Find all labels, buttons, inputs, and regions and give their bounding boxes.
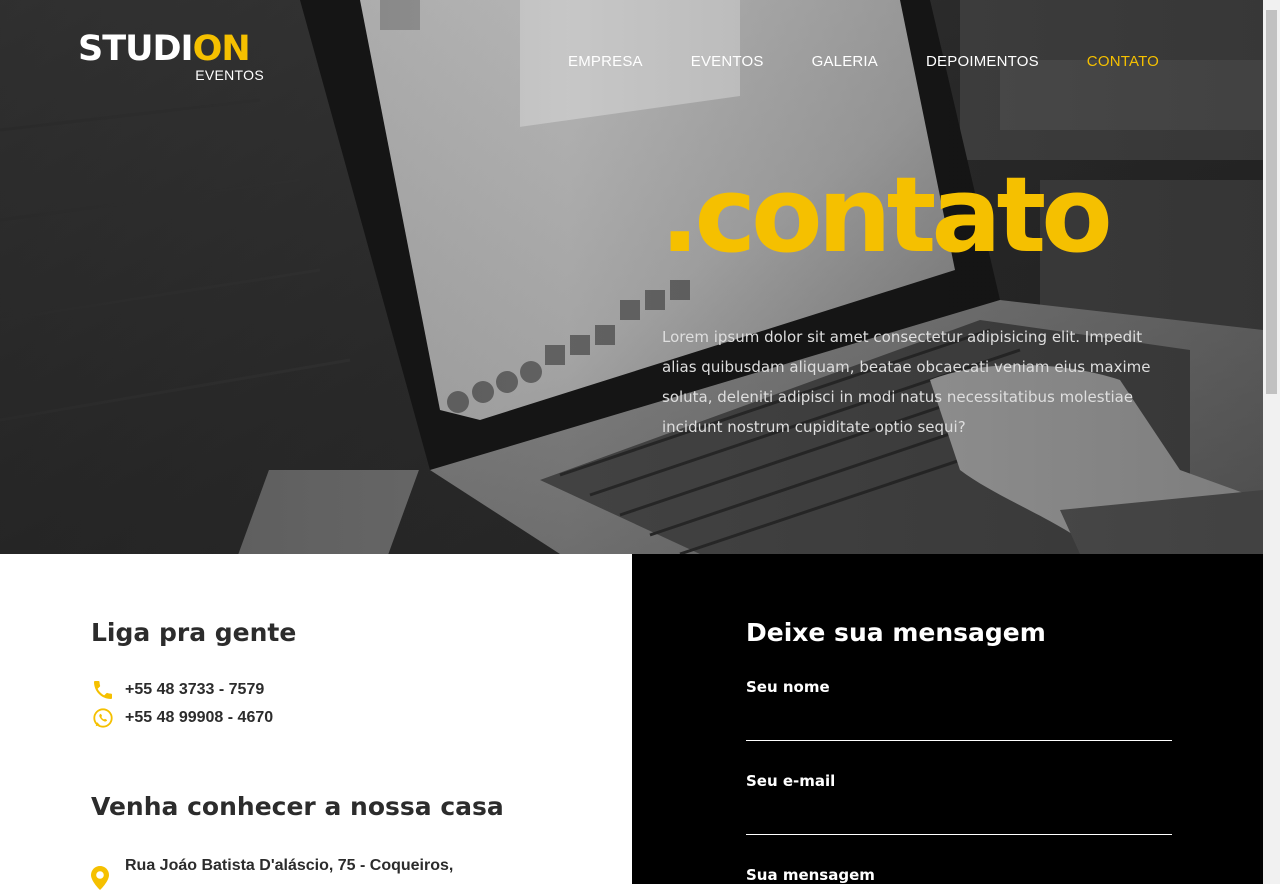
hero-section: STUDION EVENTOS EMPRESA EVENTOS GALERIA … [0,0,1263,554]
phone-heading: Liga pra gente [91,618,297,647]
address-heading: Venha conhecer a nossa casa [91,792,504,821]
logo-subtitle: EVENTOS [195,67,264,83]
scrollbar-thumb[interactable] [1266,10,1277,394]
logo[interactable]: STUDION EVENTOS [78,30,268,86]
phone-icon [91,678,115,702]
logo-wordmark: STUDION [78,29,251,69]
form-heading: Deixe sua mensagem [746,618,1046,647]
phone-row: +55 48 3733 - 7579 [91,678,264,702]
page-scrollbar[interactable] [1263,0,1280,884]
contact-form-section: Deixe sua mensagem Seu nome Seu e-mail S… [632,554,1263,884]
address-line-1: Rua Joáo Batista D'aláscio, 75 - Coqueir… [125,857,454,874]
contact-info-section: Liga pra gente +55 48 3733 - 7579 +55 48… [0,554,632,890]
nav-item-empresa[interactable]: EMPRESA [568,52,643,72]
whatsapp-number-link[interactable]: +55 48 99908 - 4670 [125,709,273,727]
email-label: Seu e-mail [746,772,836,790]
name-input[interactable] [746,711,1172,741]
nav-item-eventos[interactable]: EVENTOS [691,52,764,72]
whatsapp-icon [91,706,115,730]
message-label: Sua mensagem [746,866,875,884]
page-title: .contato [660,154,1113,276]
phone-number-link[interactable]: +55 48 3733 - 7579 [125,681,264,699]
address-row: Rua Joáo Batista D'aláscio, 75 - Coqueir… [91,856,453,895]
whatsapp-row: +55 48 99908 - 4670 [91,706,273,730]
nav-item-galeria[interactable]: GALERIA [812,52,878,72]
email-input[interactable] [746,805,1172,835]
logo-part-studi: STUDI [78,29,194,69]
main-nav: EMPRESA EVENTOS GALERIA DEPOIMENTOS CONT… [568,52,1159,72]
logo-part-on: ON [192,29,251,69]
nav-item-contato[interactable]: CONTATO [1087,52,1159,72]
hero-description: Lorem ipsum dolor sit amet consectetur a… [662,328,1151,436]
nav-item-depoimentos[interactable]: DEPOIMENTOS [926,52,1039,72]
name-label: Seu nome [746,678,830,696]
location-pin-icon [91,866,109,895]
